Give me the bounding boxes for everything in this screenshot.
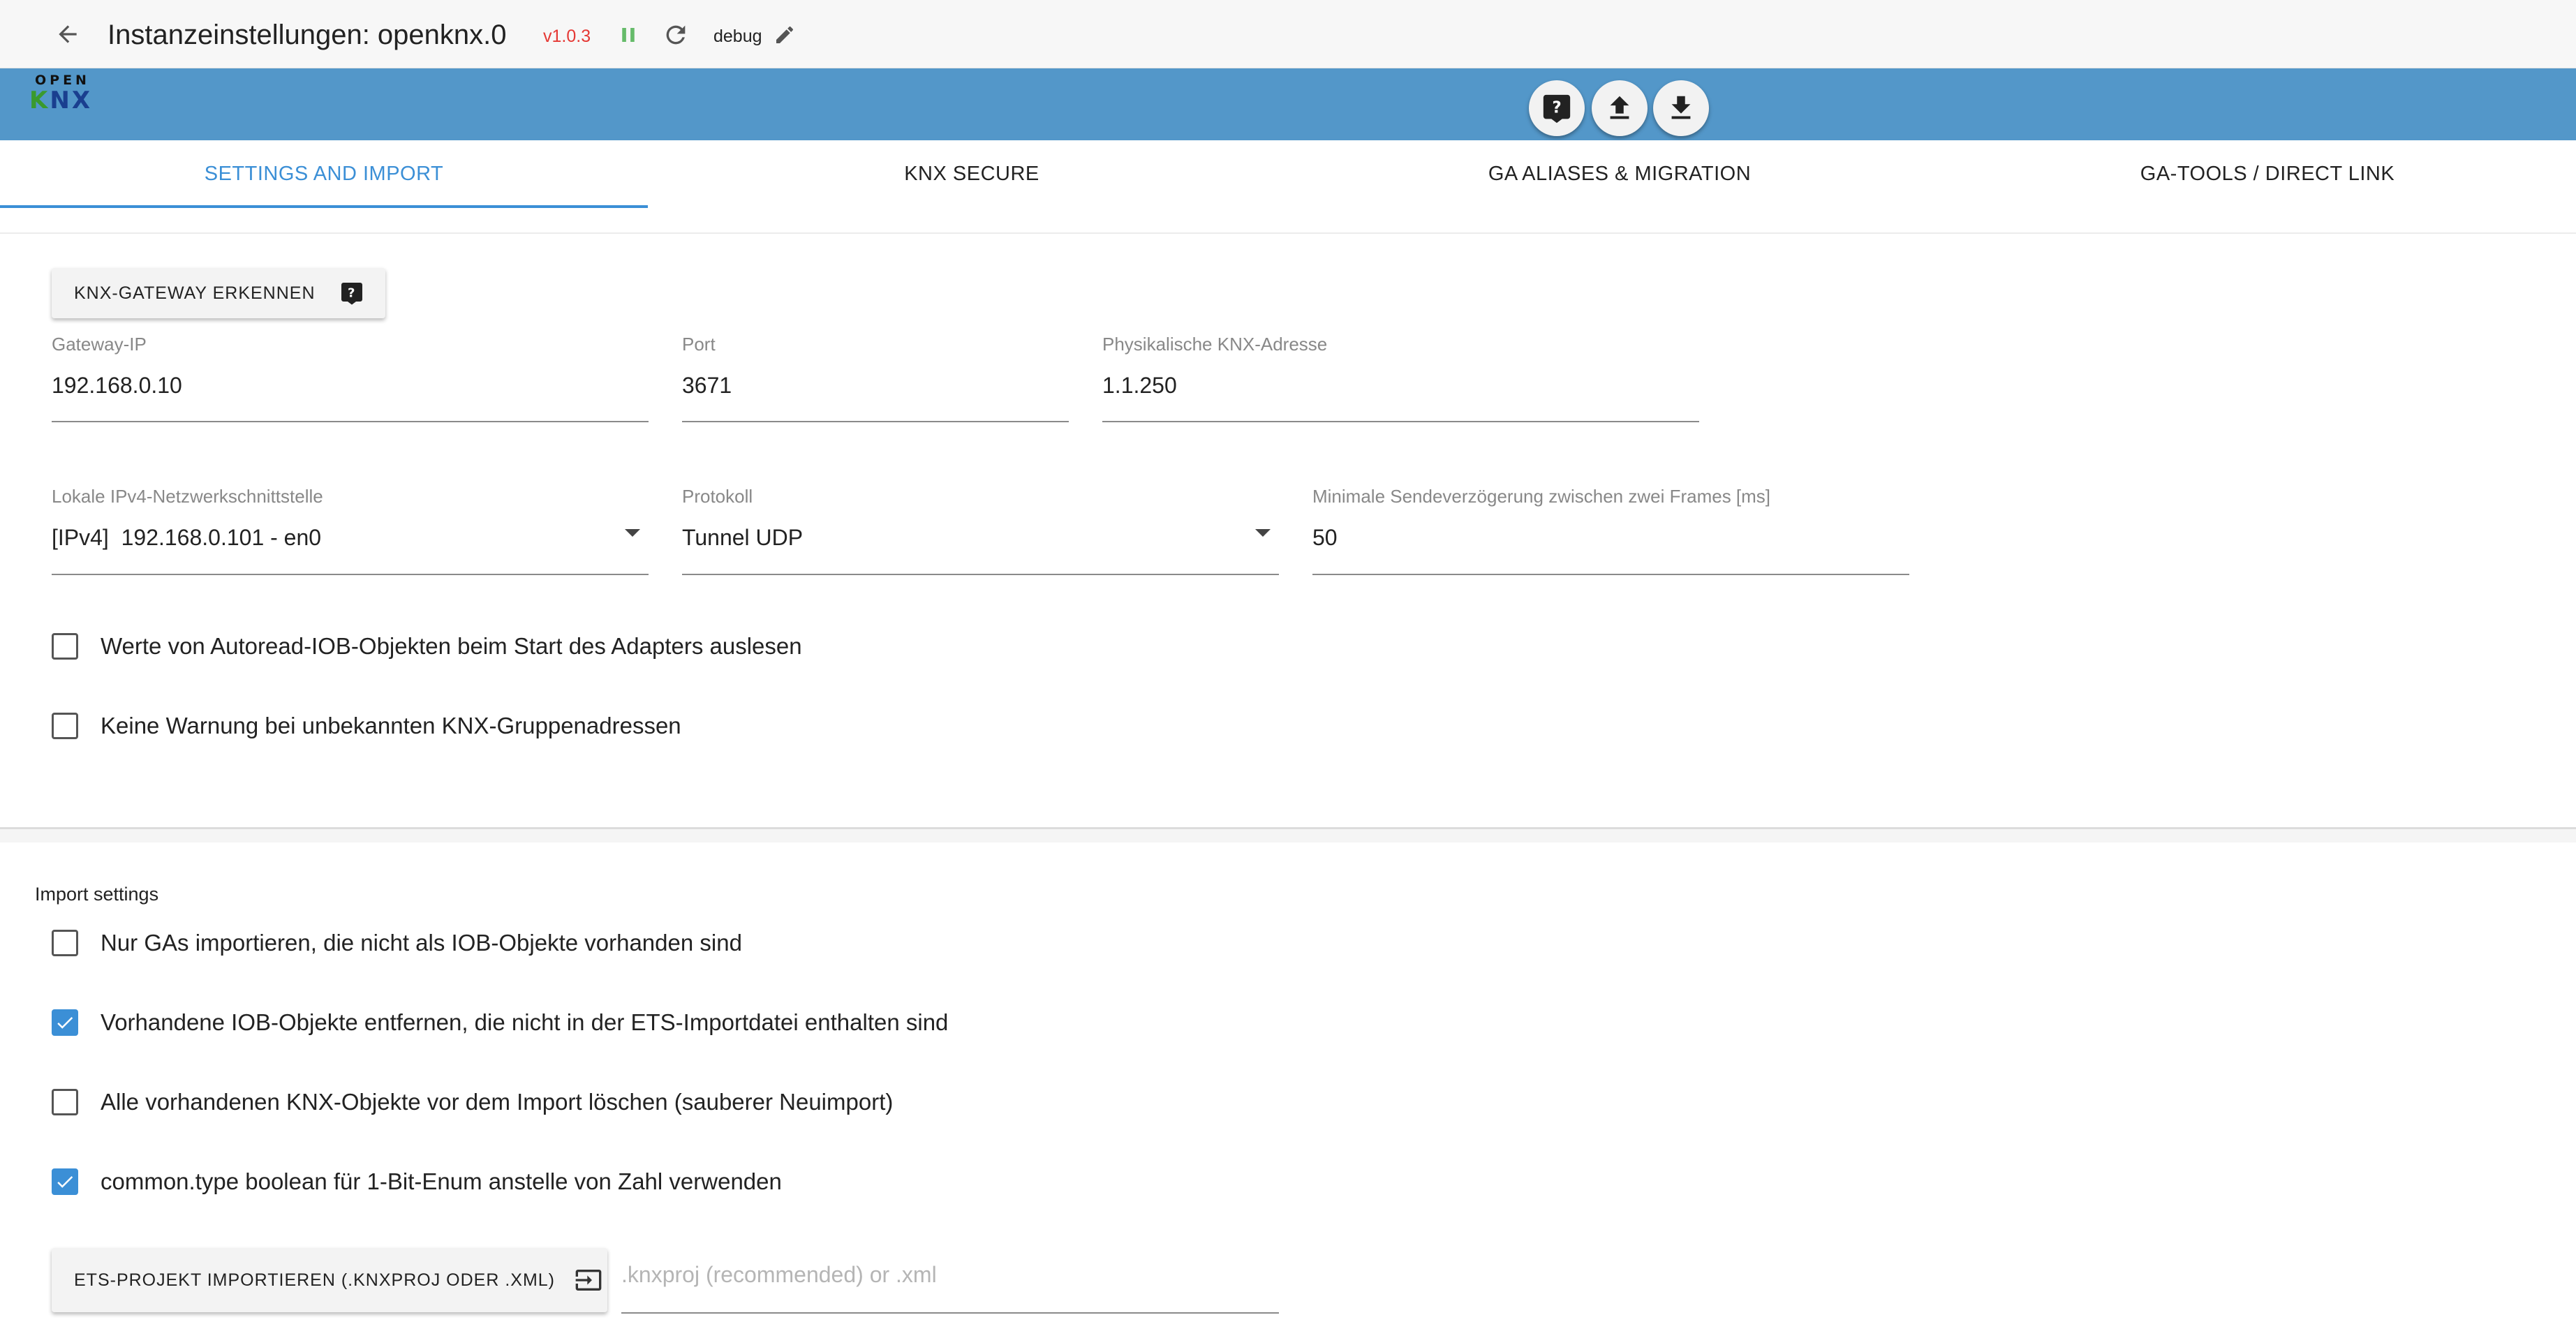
pencil-icon [776, 26, 794, 43]
autoread-checkbox[interactable] [52, 633, 78, 660]
refresh-icon [666, 25, 686, 45]
import-only-new-label: Nur GAs importieren, die nicht als IOB-O… [101, 930, 742, 956]
clean-import-checkbox[interactable] [52, 1089, 78, 1115]
port-field[interactable]: Port 3671 [682, 334, 1069, 422]
protocol-label: Protokoll [682, 486, 753, 507]
import-settings-heading: Import settings [35, 884, 159, 905]
checkmark-icon [57, 1017, 73, 1029]
min-delay-value[interactable]: 50 [1312, 525, 1338, 551]
protocol-select[interactable]: Protokoll Tunnel UDP [682, 486, 1279, 575]
tab-bar: SETTINGS AND IMPORT KNX SECURE GA ALIASE… [0, 140, 2576, 208]
help-icon: ? [341, 283, 362, 305]
remove-existing-label: Vorhandene IOB-Objekte entfernen, die ni… [101, 1009, 949, 1035]
remove-existing-row[interactable]: Vorhandene IOB-Objekte entfernen, die ni… [52, 1007, 948, 1038]
autoread-checkbox-label: Werte von Autoread-IOB-Objekten beim Sta… [101, 633, 802, 659]
remove-existing-checkbox[interactable] [52, 1009, 78, 1036]
pause-instance-button[interactable] [614, 21, 642, 49]
file-select-field[interactable]: .knxproj (recommended) or .xml [621, 1259, 1279, 1314]
tab-settings-and-import[interactable]: SETTINGS AND IMPORT [0, 140, 648, 208]
phys-address-label: Physikalische KNX-Adresse [1102, 334, 1328, 355]
phys-address-value[interactable]: 1.1.250 [1102, 373, 1177, 399]
pause-icon [622, 28, 635, 42]
dropdown-arrow-icon [1255, 529, 1271, 537]
help-button[interactable]: ? [1529, 80, 1585, 136]
section-divider [0, 827, 2576, 842]
version-label: v1.0.3 [543, 27, 591, 46]
boolean-type-checkbox[interactable] [52, 1168, 78, 1195]
gateway-ip-field[interactable]: Gateway-IP 192.168.0.10 [52, 334, 649, 422]
gateway-ip-label: Gateway-IP [52, 334, 147, 355]
divider [0, 232, 2576, 234]
adapter-banner: OPEN KNX ? [0, 68, 2576, 140]
checkmark-icon [57, 1176, 73, 1188]
local-interface-label: Lokale IPv4-Netzwerkschnittstelle [52, 486, 323, 507]
reload-button[interactable] [660, 20, 691, 50]
upload-config-button[interactable] [1592, 80, 1648, 136]
page-title: Instanzeinstellungen: openknx.0 [108, 20, 507, 50]
gateway-ip-value[interactable]: 192.168.0.10 [52, 373, 182, 399]
svg-text:?: ? [348, 285, 356, 300]
tab-ga-tools-direct-link[interactable]: GA-TOOLS / DIRECT LINK [1944, 140, 2576, 208]
no-warning-checkbox[interactable] [52, 713, 78, 739]
clean-import-row[interactable]: Alle vorhandenen KNX-Objekte vor dem Imp… [52, 1087, 893, 1117]
autoread-checkbox-row[interactable]: Werte von Autoread-IOB-Objekten beim Sta… [52, 631, 802, 662]
top-bar: Instanzeinstellungen: openknx.0 v1.0.3 d… [0, 0, 2576, 68]
file-select-placeholder: .knxproj (recommended) or .xml [621, 1262, 937, 1287]
min-delay-field[interactable]: Minimale Sendeverzögerung zwischen zwei … [1312, 486, 1909, 575]
import-ets-label: ETS-PROJEKT IMPORTIEREN (.KNXPROJ ODER .… [74, 1270, 555, 1290]
tab-ga-aliases-migration[interactable]: GA ALIASES & MIGRATION [1296, 140, 1944, 208]
download-config-button[interactable] [1653, 80, 1709, 136]
import-only-new-checkbox[interactable] [52, 930, 78, 956]
no-warning-checkbox-row[interactable]: Keine Warnung bei unbekannten KNX-Gruppe… [52, 711, 681, 741]
import-only-new-row[interactable]: Nur GAs importieren, die nicht als IOB-O… [52, 928, 742, 958]
arrow-left-icon [59, 25, 77, 43]
tab-knx-secure[interactable]: KNX SECURE [648, 140, 1296, 208]
no-warning-checkbox-label: Keine Warnung bei unbekannten KNX-Gruppe… [101, 713, 681, 738]
local-interface-value: [IPv4] 192.168.0.101 - en0 [52, 525, 322, 550]
active-tab-indicator [0, 205, 648, 208]
help-icon: ? [1543, 94, 1571, 124]
detect-gateway-label: KNX-GATEWAY ERKENNEN [74, 283, 316, 303]
protocol-value: Tunnel UDP [682, 525, 804, 550]
boolean-type-label: common.type boolean für 1-Bit-Enum anste… [101, 1168, 782, 1194]
import-file-icon [575, 1270, 602, 1291]
edit-loglevel-button[interactable] [771, 21, 799, 49]
detect-gateway-button[interactable]: KNX-GATEWAY ERKENNEN ? [52, 268, 385, 318]
svg-text:?: ? [1552, 99, 1561, 117]
clean-import-label: Alle vorhandenen KNX-Objekte vor dem Imp… [101, 1089, 894, 1115]
local-interface-select[interactable]: Lokale IPv4-Netzwerkschnittstelle [IPv4]… [52, 486, 649, 575]
min-delay-label: Minimale Sendeverzögerung zwischen zwei … [1312, 486, 1771, 507]
boolean-type-row[interactable]: common.type boolean für 1-Bit-Enum anste… [52, 1166, 782, 1197]
back-button[interactable] [50, 17, 85, 52]
upload-icon [1610, 96, 1629, 119]
import-ets-button[interactable]: ETS-PROJEKT IMPORTIEREN (.KNXPROJ ODER .… [52, 1248, 607, 1312]
download-icon [1671, 96, 1691, 119]
port-label: Port [682, 334, 716, 355]
phys-address-field[interactable]: Physikalische KNX-Adresse 1.1.250 [1102, 334, 1699, 422]
loglevel-label: debug [713, 27, 762, 46]
dropdown-arrow-icon [625, 529, 640, 537]
port-value[interactable]: 3671 [682, 373, 732, 399]
openknx-logo: OPEN KNX [29, 73, 93, 114]
